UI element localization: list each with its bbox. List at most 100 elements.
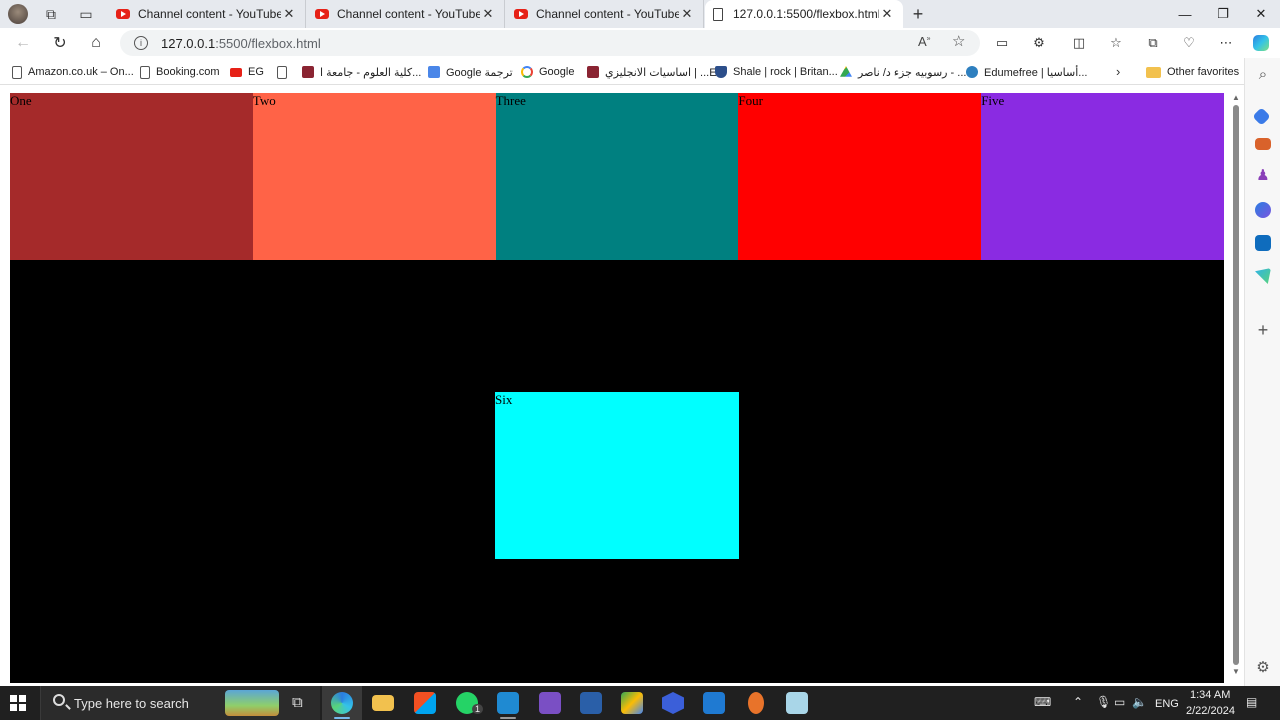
university-icon	[587, 66, 599, 78]
favorite-amazon[interactable]: Amazon.co.uk – On...	[12, 64, 134, 80]
favorite-booking[interactable]: Booking.com	[140, 64, 220, 80]
visual-studio-icon[interactable]	[539, 692, 561, 714]
tools-briefcase-icon[interactable]	[1255, 138, 1271, 150]
microsoft-365-icon[interactable]	[1255, 202, 1271, 218]
flex-item-five: Five	[981, 93, 1224, 260]
vertical-tabs-icon[interactable]: ▭	[73, 3, 99, 25]
favorite-untitled[interactable]	[277, 64, 293, 80]
battery-icon[interactable]: ▭	[1114, 695, 1125, 709]
google-drive-icon	[840, 66, 852, 77]
back-button[interactable]: ←	[9, 31, 37, 55]
task-view-icon[interactable]: ⧉	[292, 694, 303, 711]
settings-gear-icon[interactable]: ⚙	[1254, 658, 1272, 676]
read-aloud-icon[interactable]: A»	[918, 34, 931, 49]
whatsapp-badge: 1	[472, 704, 484, 714]
page-icon	[277, 65, 287, 79]
notepad-icon[interactable]	[786, 692, 808, 714]
volume-icon[interactable]: 🔈	[1132, 695, 1147, 709]
favorite-english-basics[interactable]: اساسيات الانجليزي | ...E	[587, 64, 717, 80]
browser-essentials-icon[interactable]: ♡	[1178, 33, 1200, 53]
favorites-icon[interactable]: ☆	[1105, 33, 1127, 53]
close-icon[interactable]: ✕	[281, 6, 297, 22]
edge-sidebar: ⌕ ♟ + ⚙	[1244, 58, 1280, 686]
folder-icon	[1146, 66, 1161, 78]
scroll-up-arrow-icon[interactable]: ▲	[1232, 93, 1240, 102]
minimize-button[interactable]: —	[1166, 0, 1204, 28]
favorite-star-icon[interactable]: ☆	[952, 32, 965, 50]
search-icon	[53, 694, 65, 706]
windows-start-icon[interactable]	[10, 695, 26, 711]
clock-time[interactable]: 1:34 AM	[1190, 689, 1230, 701]
app-icon[interactable]	[580, 692, 602, 714]
vscode-icon[interactable]	[497, 692, 519, 714]
scroll-thumb[interactable]	[1233, 105, 1239, 665]
url-text[interactable]: 127.0.0.1:5500/flexbox.html	[161, 36, 321, 51]
tab-youtube-studio-2[interactable]: Channel content - YouTube Studio ✕	[307, 0, 505, 28]
edumefree-icon	[966, 66, 978, 78]
maximize-button[interactable]: ❐	[1204, 0, 1242, 28]
url-path: :5500/flexbox.html	[215, 36, 321, 51]
cast-icon[interactable]: ▭	[991, 33, 1013, 53]
file-explorer-icon[interactable]	[372, 695, 394, 711]
favorites-bar: Amazon.co.uk – On... Booking.com EG كلية…	[0, 58, 1280, 85]
chevron-right-icon[interactable]: ›	[1116, 64, 1120, 79]
games-icon[interactable]: ♟	[1254, 166, 1272, 184]
show-hidden-icons-chevron-up-icon[interactable]: ⌃	[1073, 695, 1083, 709]
meet-icon[interactable]	[621, 692, 643, 714]
workspaces-icon[interactable]: ⧉	[38, 3, 64, 25]
close-icon[interactable]: ✕	[879, 6, 895, 22]
search-placeholder: Type here to search	[74, 696, 189, 711]
page-icon	[140, 65, 150, 79]
drop-icon[interactable]	[1255, 268, 1271, 284]
home-button[interactable]: ⌂	[82, 31, 110, 55]
notifications-icon[interactable]: ▤	[1246, 695, 1257, 709]
other-favorites-folder[interactable]: Other favorites	[1146, 64, 1239, 80]
close-window-button[interactable]: ✕	[1242, 0, 1280, 28]
split-screen-icon[interactable]: ◫	[1068, 33, 1090, 53]
favorite-google[interactable]: Google	[521, 64, 574, 80]
favorite-google-translate[interactable]: Google ترجمة	[428, 64, 513, 80]
search-icon[interactable]: ⌕	[1254, 66, 1272, 83]
outlook-icon[interactable]	[1255, 235, 1271, 251]
vertical-scrollbar[interactable]: ▲ ▼	[1228, 93, 1244, 683]
flex-item-four: Four	[738, 93, 982, 260]
refresh-button[interactable]: ↻	[46, 31, 74, 55]
voice-recorder-icon[interactable]	[748, 692, 764, 714]
extensions-icon[interactable]: ⚙	[1028, 33, 1050, 53]
address-bar[interactable]: i 127.0.0.1:5500/flexbox.html A» ☆	[120, 30, 980, 56]
favorite-shale-britannica[interactable]: Shale | rock | Britan...	[715, 64, 838, 80]
tab-title: Channel content - YouTube Studio	[138, 7, 281, 21]
edge-taskbar-icon[interactable]	[331, 692, 353, 714]
tab-title: 127.0.0.1:5500/flexbox.html	[733, 7, 879, 21]
info-icon[interactable]: i	[134, 36, 148, 50]
microphone-icon[interactable]: 🎙	[1096, 695, 1111, 709]
tab-title: Channel content - YouTube Studio	[337, 7, 480, 21]
favorite-drive-doc[interactable]: رسوبيه جزء د/ ناصر - ...	[840, 64, 966, 80]
collections-icon[interactable]: ⧉	[1142, 33, 1164, 53]
favorite-edumefree[interactable]: Edumefree | أساسيا...	[966, 64, 1087, 80]
new-tab-button[interactable]: +	[905, 3, 931, 25]
input-language[interactable]: ENG	[1155, 698, 1179, 710]
shopping-tag-icon[interactable]	[1252, 107, 1271, 126]
close-icon[interactable]: ✕	[480, 6, 496, 22]
more-menu-icon[interactable]: ⋯	[1215, 33, 1237, 53]
close-icon[interactable]: ✕	[679, 6, 695, 22]
app-icon[interactable]	[662, 692, 684, 714]
tab-flexbox[interactable]: 127.0.0.1:5500/flexbox.html ✕	[705, 0, 903, 28]
youtube-icon	[116, 9, 130, 19]
microsoft-store-icon[interactable]	[414, 692, 436, 714]
scroll-down-arrow-icon[interactable]: ▼	[1232, 667, 1240, 676]
favorite-eg[interactable]: EG	[230, 64, 264, 80]
flex-item-three: Three	[495, 93, 739, 260]
favorite-faculty-of-science[interactable]: كلية العلوم - جامعة ا...	[302, 64, 421, 80]
mail-icon[interactable]	[703, 692, 725, 714]
add-icon[interactable]: +	[1254, 320, 1272, 341]
clock-date[interactable]: 2/22/2024	[1186, 705, 1235, 717]
tab-youtube-studio-1[interactable]: Channel content - YouTube Studio ✕	[108, 0, 306, 28]
profile-avatar[interactable]	[5, 3, 31, 25]
youtube-icon	[230, 67, 242, 77]
taskbar-search[interactable]: Type here to search	[40, 686, 320, 720]
keyboard-icon[interactable]: ⌨	[1034, 695, 1051, 709]
tab-youtube-studio-3[interactable]: Channel content - YouTube Studio ✕	[506, 0, 704, 28]
copilot-icon[interactable]	[1250, 33, 1272, 53]
